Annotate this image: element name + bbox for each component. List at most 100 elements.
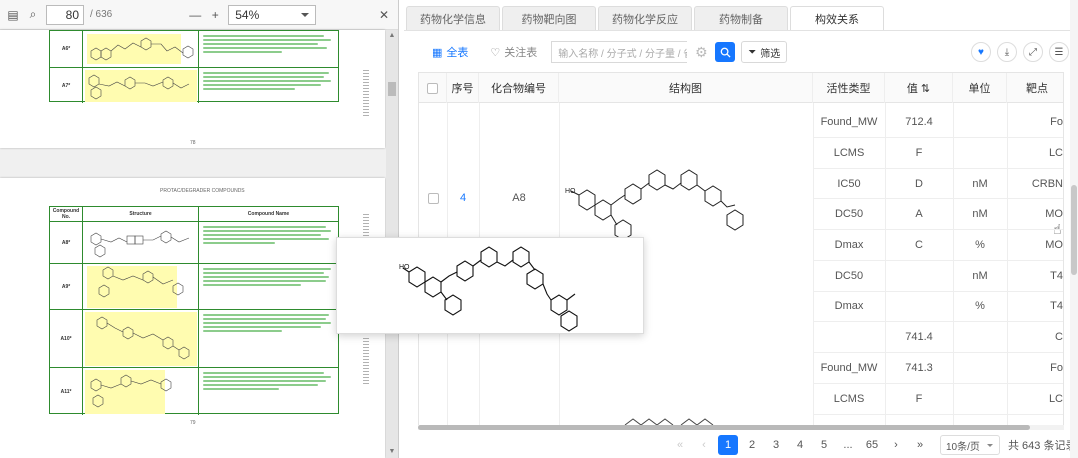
page-1[interactable]: 1: [718, 435, 738, 455]
row-index[interactable]: 4: [447, 183, 479, 213]
zoom-out-icon[interactable]: —: [188, 8, 202, 22]
structure-image: [88, 74, 190, 100]
structure-image: [98, 266, 184, 298]
pdf-page: PROTAC/DEGRADER COMPOUNDS Compound No. S…: [0, 178, 385, 458]
col-compound[interactable]: 化合物编号: [479, 73, 559, 103]
activity-value: [885, 261, 953, 291]
search-input[interactable]: 输入名称 / 分子式 / 分子量 / 省: [551, 41, 688, 63]
row-compound-id: A8: [512, 192, 526, 204]
download-icon[interactable]: ⤓: [997, 42, 1017, 62]
tab-bar: 药物化学信息 药物靶向图 药物化学反应 药物制备 构效关系: [404, 6, 884, 30]
scroll-up-icon[interactable]: ▲: [388, 32, 396, 40]
pdf-scroll-thumb[interactable]: [388, 82, 396, 96]
tab-target-map[interactable]: 药物靶向图: [502, 6, 596, 30]
page-last[interactable]: 65: [862, 435, 882, 455]
activity-target: Fo: [1050, 362, 1063, 374]
col-structure[interactable]: 结构图: [559, 73, 813, 103]
search-button[interactable]: [715, 42, 736, 62]
page-number: 79: [190, 420, 196, 426]
col-index[interactable]: 序号: [447, 73, 479, 103]
total-records: 共 643 条记录: [1008, 440, 1077, 452]
horizontal-scroll-thumb[interactable]: [418, 425, 1030, 430]
page-5[interactable]: 5: [814, 435, 834, 455]
sort-icon[interactable]: ⇅: [921, 82, 930, 95]
activity-value: C: [915, 239, 923, 251]
vertical-scroll-thumb[interactable]: [1071, 185, 1077, 275]
next-page-icon[interactable]: ›: [886, 435, 906, 455]
page-2[interactable]: 2: [742, 435, 762, 455]
page-3[interactable]: 3: [766, 435, 786, 455]
page-4[interactable]: 4: [790, 435, 810, 455]
table-icon: ▦: [432, 46, 443, 59]
col-value[interactable]: 值 ⇅: [885, 73, 953, 103]
compound-id: A7*: [50, 68, 83, 103]
activity-target: Fo: [1050, 116, 1063, 128]
structure-cell: [83, 310, 199, 367]
table-row: A8*: [50, 221, 338, 263]
table-header: 序号 化合物编号 结构图 活性类型 值 ⇅ 单位 靶点: [419, 73, 1063, 103]
zoom-in-icon[interactable]: +: [208, 8, 222, 22]
vertical-scrollbar[interactable]: [1070, 0, 1078, 458]
activity-target: MO: [1045, 208, 1063, 220]
structure-cell: [83, 264, 199, 309]
activity-unit: [953, 322, 1007, 352]
activity-type: Found_MW: [820, 362, 878, 374]
close-icon[interactable]: ✕: [377, 8, 391, 22]
structure-image[interactable]: HO: [565, 165, 751, 245]
compound-id: A10*: [50, 310, 83, 367]
page-size-select[interactable]: 10条/页: [940, 435, 1000, 455]
activity-value: 741.3: [905, 362, 933, 374]
col-target[interactable]: 靶点: [1007, 73, 1063, 103]
activity-unit: nM: [972, 270, 988, 282]
structure-cell: [83, 31, 199, 67]
settings-icon[interactable]: ⚙: [693, 44, 709, 60]
activity-unit: [953, 384, 1007, 414]
sidebar-toggle-icon[interactable]: ▤: [6, 8, 20, 22]
page-ellipsis[interactable]: ...: [838, 435, 858, 455]
svg-text:HO: HO: [399, 264, 410, 271]
column-settings-icon[interactable]: ☰: [1049, 42, 1069, 62]
activity-unit: [953, 353, 1007, 383]
activity-type: Found_MW: [820, 116, 878, 128]
prev-page-icon[interactable]: ‹: [694, 435, 714, 455]
table-header-row: Compound No. Structure Compound Name: [50, 207, 338, 221]
compound-name: [199, 368, 338, 415]
filter-icon: ⏷: [748, 46, 757, 58]
all-table-button[interactable]: ▦ 全表: [424, 40, 476, 64]
col-activity-type[interactable]: 活性类型: [813, 73, 885, 103]
compound-name: [199, 264, 338, 309]
first-page-icon[interactable]: «: [670, 435, 690, 455]
activity-unit: [953, 138, 1007, 168]
tab-med-chem-info[interactable]: 药物化学信息: [406, 6, 500, 30]
filter-button[interactable]: ⏷ 筛选: [741, 41, 788, 63]
activity-target: LC: [1048, 393, 1063, 405]
fullscreen-icon[interactable]: ⤢: [1023, 42, 1043, 62]
activity-value: 712.4: [905, 116, 933, 128]
search-icon[interactable]: ⌕: [26, 7, 40, 22]
table-row: A7*: [50, 67, 338, 103]
structure-cell: [83, 222, 199, 263]
activity-value: 741.4: [905, 331, 933, 343]
favorite-icon[interactable]: ♥: [971, 42, 991, 62]
structure-image: [90, 230, 190, 258]
compound-name: [199, 31, 338, 67]
select-all-checkbox[interactable]: [427, 82, 438, 94]
compound-table: Compound No. Structure Compound Name A8*: [49, 206, 339, 415]
page-number-input[interactable]: 80: [46, 4, 84, 25]
scroll-down-icon[interactable]: ▼: [388, 448, 396, 456]
activity-unit: %: [975, 239, 985, 251]
page-total: / 636: [90, 9, 113, 20]
favorite-table-button[interactable]: ♡ 关注表: [482, 40, 545, 64]
activity-unit: nM: [972, 208, 988, 220]
structure-image: [90, 37, 194, 61]
activity-unit: nM: [972, 178, 988, 190]
last-page-icon[interactable]: »: [910, 435, 930, 455]
tab-preparation[interactable]: 药物制备: [694, 6, 788, 30]
row-checkbox[interactable]: [427, 192, 439, 204]
activity-target: LC: [1048, 147, 1063, 159]
col-unit[interactable]: 单位: [953, 73, 1007, 103]
tab-chem-reaction[interactable]: 药物化学反应: [598, 6, 692, 30]
zoom-select[interactable]: 54%: [228, 4, 317, 25]
horizontal-scrollbar[interactable]: [418, 425, 1064, 430]
tab-sar[interactable]: 构效关系: [790, 6, 884, 30]
